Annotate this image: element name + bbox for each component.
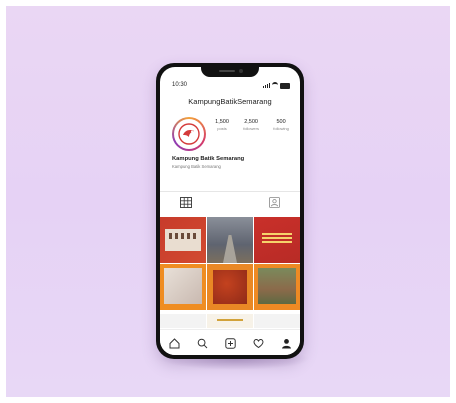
post-thumbnail[interactable] <box>254 314 300 328</box>
stat-value: 1,500 <box>215 119 229 125</box>
post-image <box>223 235 237 263</box>
profile-icon[interactable] <box>280 337 292 349</box>
post-image <box>258 268 296 304</box>
stat-value: 500 <box>276 119 286 125</box>
stat-following[interactable]: 500 following <box>273 119 289 131</box>
profile-stats: 1,500 posts 2,500 followers 500 followin… <box>208 119 296 131</box>
profile-tabs <box>160 196 300 210</box>
batik-logo-icon <box>178 123 200 145</box>
signal-icon <box>263 83 270 88</box>
stat-posts[interactable]: 1,500 posts <box>215 119 229 131</box>
speaker-grille <box>219 70 235 72</box>
phone-screen: 10:30 KampungBatikSemarang 1,500 posts 2… <box>160 67 300 355</box>
post-image <box>213 270 247 304</box>
divider <box>160 191 300 192</box>
search-icon[interactable] <box>196 337 208 349</box>
post-thumbnail[interactable] <box>160 264 206 310</box>
post-thumbnail[interactable] <box>160 314 206 328</box>
post-grid-row-partial <box>160 314 300 328</box>
profile-username: KampungBatikSemarang <box>188 97 272 106</box>
post-image <box>164 268 202 304</box>
profile-display-name: Kampung Batik Semarang <box>172 156 245 162</box>
post-image <box>165 229 201 251</box>
post-thumbnail[interactable] <box>207 217 253 263</box>
home-icon[interactable] <box>168 337 180 349</box>
post-thumbnail[interactable] <box>254 264 300 310</box>
post-thumbnail[interactable] <box>207 314 253 328</box>
phone-notch <box>201 67 259 77</box>
post-grid <box>160 217 300 322</box>
post-image <box>262 233 292 235</box>
profile-bio: Kampung Batik Semarang <box>172 164 221 169</box>
camera-icon <box>239 69 243 73</box>
stat-label: followers <box>243 126 259 131</box>
status-time: 10:30 <box>172 82 188 88</box>
stat-value: 2,500 <box>244 119 258 125</box>
bottom-nav <box>160 329 300 355</box>
stat-label: posts <box>217 126 227 131</box>
stat-label: following <box>273 126 289 131</box>
post-thumbnail[interactable] <box>254 217 300 263</box>
post-thumbnail[interactable] <box>160 217 206 263</box>
phone-mockup: 10:30 KampungBatikSemarang 1,500 posts 2… <box>156 63 304 359</box>
status-icons <box>263 82 290 89</box>
wifi-icon <box>272 82 278 89</box>
avatar[interactable] <box>172 117 206 151</box>
grid-icon[interactable] <box>180 197 192 208</box>
stat-followers[interactable]: 2,500 followers <box>243 119 259 131</box>
status-bar: 10:30 <box>168 82 292 90</box>
add-post-icon[interactable] <box>224 337 236 349</box>
tagged-icon[interactable] <box>269 197 280 208</box>
battery-icon <box>280 82 290 89</box>
heart-icon[interactable] <box>252 337 264 349</box>
post-thumbnail[interactable] <box>207 264 253 310</box>
